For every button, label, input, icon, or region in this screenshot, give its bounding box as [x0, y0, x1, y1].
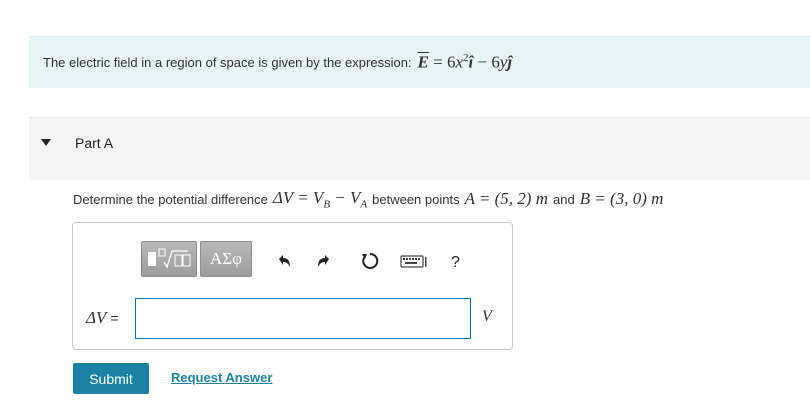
question-and: and — [553, 191, 575, 207]
collapse-caret-icon[interactable] — [41, 139, 51, 146]
answer-box: ΑΣφ ? ΔV = V — [72, 222, 513, 350]
field-symbol: E — [417, 52, 429, 72]
symbols-label: ΑΣφ — [210, 249, 242, 268]
submit-button[interactable]: Submit — [73, 363, 149, 394]
field-expression: E = 6x2î − 6yĵ — [417, 52, 513, 72]
reset-icon[interactable] — [359, 250, 381, 272]
var-1: x — [455, 52, 464, 72]
keyboard-icon[interactable] — [400, 250, 428, 272]
answer-label: ΔV = — [86, 308, 119, 328]
problem-text: The electric field in a region of space … — [43, 52, 512, 73]
answer-label-eq: = — [110, 310, 119, 326]
unit-vector-j: ĵ — [507, 52, 513, 72]
request-answer-link[interactable]: Request Answer — [171, 370, 272, 385]
problem-statement: The electric field in a region of space … — [43, 55, 412, 70]
point-b: B = (3, 0) m — [579, 189, 664, 209]
answer-input[interactable] — [135, 298, 471, 339]
answer-unit: V — [482, 308, 492, 325]
expr-minus: − V — [330, 188, 361, 207]
answer-row: ΔV = V — [73, 296, 514, 340]
sub-a: A — [360, 198, 368, 211]
answer-label-symbol: ΔV — [86, 308, 107, 327]
problem-statement-bar: The electric field in a region of space … — [29, 36, 810, 88]
redo-icon[interactable] — [313, 250, 335, 272]
point-a: A = (5, 2) m — [464, 189, 548, 209]
templates-icon — [148, 248, 191, 269]
question-prefix: Determine the potential difference — [73, 191, 268, 207]
symbols-button[interactable]: ΑΣφ — [200, 241, 252, 277]
unit-vector-i: î — [468, 52, 474, 72]
templates-button[interactable] — [141, 241, 197, 277]
question-middle: between points — [372, 191, 460, 207]
undo-icon[interactable] — [273, 250, 295, 272]
operator: − — [477, 52, 488, 72]
expr-dv: ΔV = V — [272, 188, 324, 207]
question-expression: ΔV = VB − VA — [273, 188, 367, 210]
part-a-header[interactable]: Part A — [29, 117, 810, 180]
part-title: Part A — [75, 135, 114, 151]
help-button[interactable]: ? — [451, 254, 460, 272]
coef-2: 6 — [491, 52, 500, 72]
question-text: Determine the potential difference ΔV = … — [73, 188, 668, 210]
